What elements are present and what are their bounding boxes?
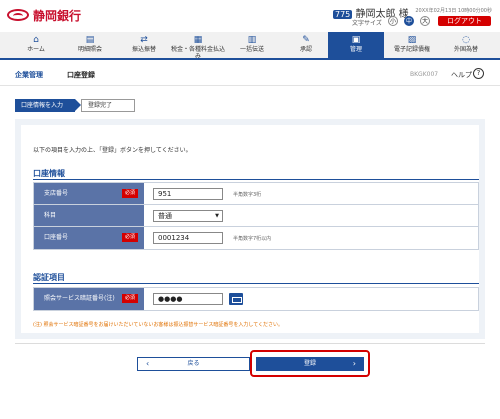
nav-label: 承認 bbox=[299, 46, 312, 53]
form-panel-inner: 以下の項目を入力の上、「登録」ボタンを押してください。 口座情報 支店番号 必須… bbox=[21, 125, 479, 333]
section-divider bbox=[33, 283, 479, 284]
button-bar: ‹ 戻る 登録 › bbox=[15, 343, 485, 383]
screen-code: BKGK007 bbox=[410, 71, 439, 78]
step-input: 口座情報を入力 bbox=[15, 99, 81, 112]
account-number-hint: 半角数字7桁以内 bbox=[233, 236, 272, 242]
chevron-right-icon: › bbox=[352, 359, 356, 368]
row-pin: 照会サービス暗証番号(注) 必須 ●●●● bbox=[34, 288, 478, 310]
auth-table: 照会サービス暗証番号(注) 必須 ●●●● bbox=[33, 287, 479, 311]
help-link[interactable]: ヘルプ bbox=[451, 70, 472, 80]
register-button[interactable]: 登録 › bbox=[256, 357, 364, 371]
font-size-medium-button[interactable]: 中 bbox=[404, 16, 414, 26]
back-button-label: 戻る bbox=[187, 360, 200, 367]
bank-logo[interactable]: 静岡銀行 bbox=[7, 5, 87, 25]
nav-label: 管理 bbox=[349, 46, 362, 53]
chevron-left-icon: ‹ bbox=[146, 359, 150, 368]
account-section-title: 口座情報 bbox=[33, 169, 65, 178]
required-badge: 必須 bbox=[122, 189, 138, 198]
instruction-text: 以下の項目を入力の上、「登録」ボタンを押してください。 bbox=[33, 147, 192, 154]
nav-transfer[interactable]: ⇄ 振込振替 bbox=[116, 32, 172, 60]
nav-label: 税金・各種料金払込み bbox=[170, 46, 225, 60]
record-icon: ▨ bbox=[407, 35, 417, 45]
row-branch-number: 支店番号 必須 951 半角数字3桁 bbox=[34, 183, 478, 205]
nav-approval[interactable]: ✎ 承認 bbox=[278, 32, 334, 60]
register-button-label: 登録 bbox=[303, 360, 316, 367]
home-icon: ⌂ bbox=[33, 35, 39, 45]
nav-tax-payment[interactable]: ▦ 税金・各種料金払込み bbox=[170, 32, 226, 60]
nav-manage[interactable]: ▣ 管理 bbox=[328, 32, 384, 60]
row-account-number: 口座番号 必須 0001234 半角数字7桁以内 bbox=[34, 227, 478, 249]
account-table: 支店番号 必須 951 半角数字3桁 科目 普通 口座番号 必須 0001234… bbox=[33, 182, 479, 250]
document-icon: ▤ bbox=[85, 35, 95, 45]
user-badge: 775 bbox=[333, 10, 353, 19]
nav-batch[interactable]: ▥ 一括伝送 bbox=[224, 32, 280, 60]
required-badge: 必須 bbox=[122, 233, 138, 242]
nav-label: 振込振替 bbox=[131, 46, 156, 53]
pin-note: (注) 照会サービス暗証番号をお届けいただいていないお客様は振込振替サービス暗証… bbox=[33, 322, 284, 328]
forex-icon: ◌ bbox=[462, 35, 470, 45]
account-type-select[interactable]: 普通 bbox=[153, 210, 223, 222]
manage-icon: ▣ bbox=[351, 35, 361, 45]
help-icon[interactable]: ? bbox=[473, 68, 484, 79]
nav-label: 明細照会 bbox=[77, 46, 102, 53]
transfer-icon: ⇄ bbox=[140, 35, 148, 45]
register-highlight: 登録 › bbox=[250, 350, 370, 377]
required-badge: 必須 bbox=[122, 294, 138, 303]
nav-label: 一括伝送 bbox=[239, 46, 264, 53]
top-header: 静岡銀行 775 静岡太郎 様 20XX年02月13日 10時00分00秒 文字… bbox=[0, 0, 500, 30]
nav-label: 電子記録債権 bbox=[393, 46, 430, 53]
section-divider bbox=[33, 179, 479, 180]
font-size-label: 文字サイズ bbox=[352, 20, 382, 27]
nav-label: 外国為替 bbox=[453, 46, 478, 53]
nav-forex[interactable]: ◌ 外国為替 bbox=[438, 32, 494, 60]
form-panel: 以下の項目を入力の上、「登録」ボタンを押してください。 口座情報 支店番号 必須… bbox=[15, 119, 485, 339]
nav-e-record[interactable]: ▨ 電子記録債権 bbox=[384, 32, 440, 60]
account-type-label: 科目 bbox=[34, 205, 144, 226]
step-complete: 登録完了 bbox=[81, 99, 135, 112]
batch-icon: ▥ bbox=[247, 35, 257, 45]
back-button[interactable]: ‹ 戻る bbox=[137, 357, 250, 371]
branch-number-input[interactable]: 951 bbox=[153, 188, 223, 200]
pin-input[interactable]: ●●●● bbox=[153, 293, 223, 305]
approval-icon: ✎ bbox=[302, 35, 310, 45]
software-keyboard-icon[interactable] bbox=[229, 293, 243, 305]
font-size-small-button[interactable]: 小 bbox=[388, 16, 398, 26]
nav-statements[interactable]: ▤ 明細照会 bbox=[62, 32, 118, 60]
nav-label: ホーム bbox=[27, 46, 45, 53]
nav-home[interactable]: ⌂ ホーム bbox=[8, 32, 64, 60]
page-heading: 企業管理 口座登録 BKGK007 ヘルプ ? bbox=[0, 62, 500, 86]
auth-section-title: 認証項目 bbox=[33, 273, 65, 282]
tax-icon: ▦ bbox=[193, 35, 203, 45]
page-category: 企業管理 bbox=[15, 71, 43, 79]
row-account-type: 科目 普通 bbox=[34, 205, 478, 227]
page-title: 口座登録 bbox=[67, 71, 95, 79]
font-size-large-button[interactable]: 大 bbox=[420, 16, 430, 26]
branch-number-hint: 半角数字3桁 bbox=[233, 192, 262, 198]
bank-name: 静岡銀行 bbox=[33, 8, 82, 23]
account-number-input[interactable]: 0001234 bbox=[153, 232, 223, 244]
bank-logo-icon bbox=[7, 9, 29, 21]
main-nav: ⌂ ホーム ▤ 明細照会 ⇄ 振込振替 ▦ 税金・各種料金払込み ▥ 一括伝送 … bbox=[0, 32, 500, 60]
logout-button[interactable]: ログアウト bbox=[438, 16, 491, 26]
last-login-datetime: 20XX年02月13日 10時00分00秒 bbox=[415, 8, 492, 14]
